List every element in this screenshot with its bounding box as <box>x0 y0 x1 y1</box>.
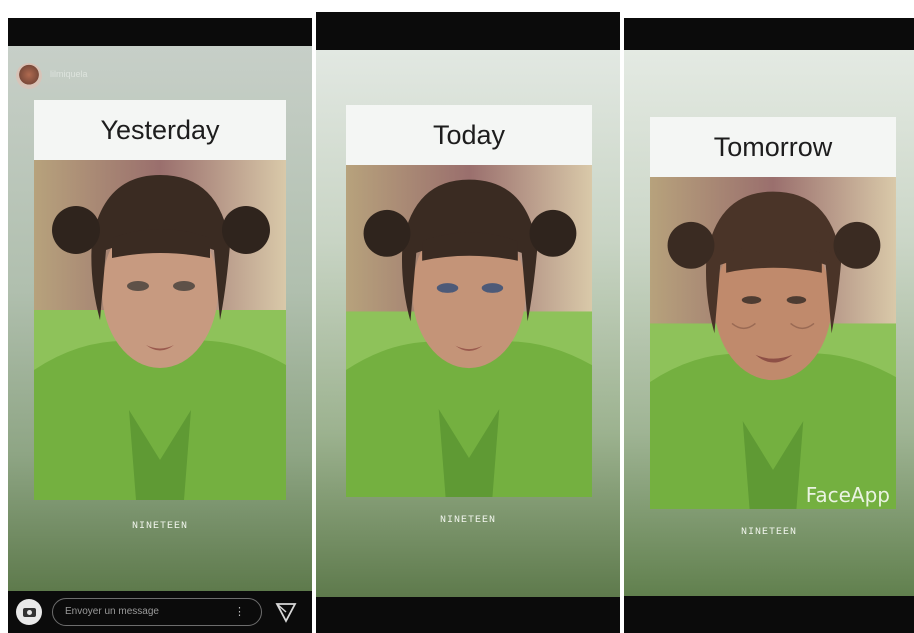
camera-button[interactable] <box>16 599 42 625</box>
more-icon[interactable]: ⋮ <box>234 605 245 618</box>
story-panel-tomorrow: Tomorrow FaceApp NINETEEN <box>624 18 914 633</box>
story-title: Yesterday <box>100 114 220 145</box>
bottom-bar <box>624 596 914 633</box>
story-title-box: Tomorrow <box>650 117 896 177</box>
status-bar <box>8 18 312 46</box>
status-bar <box>624 18 914 50</box>
story-caption: NINETEEN <box>439 515 496 526</box>
story-caption: NINETEEN <box>740 527 797 538</box>
portrait-photo <box>346 165 592 497</box>
faceapp-watermark: FaceApp <box>805 483 890 507</box>
portrait-illustration <box>650 177 896 509</box>
bottom-bar <box>316 597 620 633</box>
send-icon <box>275 603 297 623</box>
story-caption: NINETEEN <box>131 521 188 532</box>
avatar[interactable] <box>16 63 42 89</box>
portrait-photo: FaceApp <box>650 177 896 509</box>
portrait-photo <box>34 160 286 500</box>
reply-bar: Envoyer un message ⋮ <box>8 591 312 633</box>
status-bar <box>316 12 620 50</box>
story-panel-today: Today NINETEEN <box>316 12 620 633</box>
portrait-illustration <box>34 160 286 500</box>
camera-icon <box>22 607 36 617</box>
message-input[interactable]: Envoyer un message ⋮ <box>52 598 262 626</box>
story-header: lilmiquela <box>16 62 296 92</box>
username[interactable]: lilmiquela <box>50 69 88 79</box>
portrait-illustration <box>346 165 592 497</box>
story-panel-yesterday: lilmiquela Yesterday NINETEEN Envoyer un… <box>8 18 312 633</box>
story-title: Today <box>432 119 506 150</box>
story-title: Tomorrow <box>713 131 833 162</box>
message-placeholder: Envoyer un message <box>65 606 159 617</box>
story-title-box: Yesterday <box>34 100 286 160</box>
story-title-box: Today <box>346 105 592 165</box>
send-button[interactable] <box>274 600 298 624</box>
